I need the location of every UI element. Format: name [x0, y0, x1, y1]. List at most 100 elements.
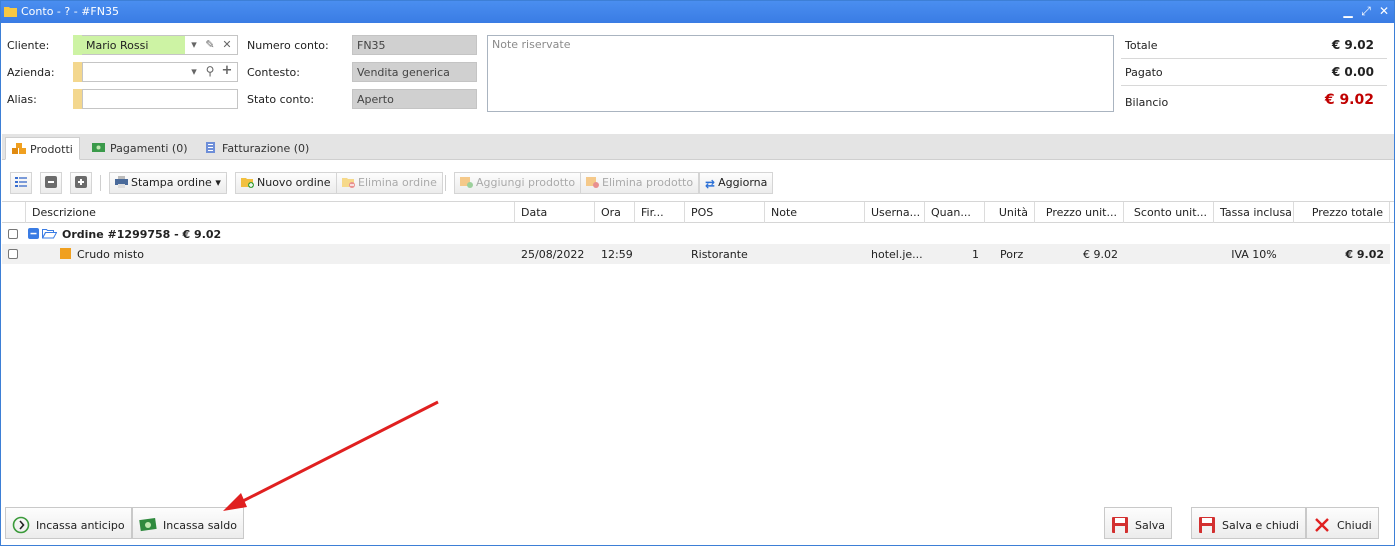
dropdown-arrow-icon: ▾: [215, 176, 221, 189]
minimize-icon[interactable]: ▁: [1342, 4, 1354, 18]
tab-strip: Prodotti Pagamenti (0) Fatturazione (0): [2, 134, 1394, 160]
elimina-ordine-button[interactable]: Elimina ordine: [336, 172, 443, 194]
salva-e-chiudi-label: Salva e chiudi: [1222, 519, 1299, 532]
nuovo-ordine-button[interactable]: Nuovo ordine: [235, 172, 337, 194]
toolbar-separator: [100, 175, 101, 191]
column-header-ora[interactable]: Ora: [595, 202, 635, 223]
column-header-quantita[interactable]: Quan...: [925, 202, 985, 223]
window-title: Conto - ? - #FN35: [21, 5, 119, 18]
table-row[interactable]: Crudo misto 25/08/2022 12:59 Ristorante …: [2, 244, 1390, 264]
column-header-data[interactable]: Data: [515, 202, 595, 223]
cliente-label: Cliente:: [7, 39, 50, 52]
numero-conto-label: Numero conto:: [247, 39, 329, 52]
expand-all-button[interactable]: [70, 172, 92, 194]
clear-x-icon[interactable]: ✕: [221, 38, 233, 51]
tab-label: Prodotti: [30, 143, 73, 156]
collapse-all-button[interactable]: [40, 172, 62, 194]
azienda-label: Azienda:: [7, 66, 55, 79]
column-header-sconto-unitario[interactable]: Sconto unit...: [1124, 202, 1214, 223]
elimina-ordine-label: Elimina ordine: [358, 176, 437, 189]
tab-fatturazione[interactable]: Fatturazione (0): [198, 137, 315, 160]
tab-pagamenti[interactable]: Pagamenti (0): [86, 137, 194, 160]
open-folder-icon: [42, 229, 57, 239]
elimina-prodotto-button[interactable]: Elimina prodotto: [580, 172, 700, 194]
add-plus-icon[interactable]: +: [221, 63, 233, 78]
save-icon: [1199, 517, 1215, 533]
contesto-label: Contesto:: [247, 66, 300, 79]
search-icon[interactable]: ⚲: [204, 64, 216, 78]
tab-label: Pagamenti (0): [110, 142, 188, 155]
dropdown-arrow-icon[interactable]: ▾: [188, 38, 200, 51]
column-header-descrizione[interactable]: Descrizione: [26, 202, 515, 223]
cell-prezzo-unitario: € 9.02: [1083, 248, 1118, 261]
salva-button[interactable]: Salva: [1104, 507, 1173, 539]
delete-product-icon: [586, 177, 599, 188]
column-header-username[interactable]: Userna...: [865, 202, 925, 223]
stato-conto-field: Aperto: [352, 89, 477, 109]
collapse-group-icon[interactable]: [28, 228, 39, 239]
contesto-field: Vendita generica: [352, 62, 477, 82]
aggiungi-prodotto-button[interactable]: Aggiungi prodotto: [454, 172, 582, 194]
aggiungi-prodotto-label: Aggiungi prodotto: [476, 176, 576, 189]
tab-prodotti[interactable]: Prodotti: [5, 137, 80, 160]
column-header-prezzo-totale[interactable]: Prezzo totale: [1294, 202, 1390, 223]
toolbar: Stampa ordine ▾ Nuovo ordine Elimina ord…: [2, 169, 1394, 197]
cell-tassa-inclusa: IVA 10%: [1231, 248, 1277, 261]
row-checkbox[interactable]: [8, 249, 18, 259]
bilancio-label: Bilancio: [1125, 96, 1169, 109]
money-icon: [92, 143, 105, 152]
pagato-label: Pagato: [1125, 66, 1163, 79]
clock-arrow-icon: [12, 516, 30, 534]
salva-e-chiudi-button[interactable]: Salva e chiudi: [1191, 507, 1306, 539]
add-product-icon: [460, 177, 473, 188]
column-header-tassa-inclusa[interactable]: Tassa inclusa: [1214, 202, 1294, 223]
cell-data: 25/08/2022: [521, 248, 585, 261]
close-x-icon: [1315, 518, 1329, 532]
row-checkbox[interactable]: [8, 229, 18, 239]
nuovo-ordine-label: Nuovo ordine: [257, 176, 331, 189]
cell-descrizione: Crudo misto: [77, 248, 144, 261]
cliente-field[interactable]: Mario Rossi: [82, 35, 186, 55]
list-icon: [15, 177, 27, 187]
order-group-row[interactable]: Ordine #1299758 - € 9.02: [2, 224, 1390, 244]
toolbar-separator: [445, 175, 446, 191]
incassa-anticipo-button[interactable]: Incassa anticipo: [5, 507, 132, 539]
cell-sconto-unitario: [1124, 244, 1214, 264]
expand-icon: [75, 176, 87, 188]
column-header-select: [2, 202, 26, 223]
column-header-unita[interactable]: Unità: [985, 202, 1035, 223]
toggle-details-button[interactable]: [10, 172, 32, 194]
numero-conto-field: FN35: [352, 35, 477, 55]
folder-icon: [4, 7, 17, 17]
column-header-firma[interactable]: Fir...: [635, 202, 685, 223]
new-folder-icon: [241, 178, 254, 188]
dropdown-arrow-icon[interactable]: ▾: [188, 65, 200, 78]
cell-unita: Porz: [1000, 248, 1024, 261]
totale-value: € 9.02: [1331, 38, 1374, 52]
alias-field[interactable]: [82, 89, 238, 109]
summary-divider: [1121, 58, 1387, 59]
refresh-icon: ⇄: [705, 177, 716, 191]
toolbar-separator: [226, 175, 227, 191]
edit-pencil-icon[interactable]: ✎: [204, 38, 216, 51]
close-icon[interactable]: ✕: [1378, 4, 1390, 18]
maximize-icon[interactable]: ⤢: [1360, 4, 1372, 18]
column-header-pos[interactable]: POS: [685, 202, 765, 223]
cell-prezzo-totale: € 9.02: [1345, 248, 1384, 261]
order-group-label: Ordine #1299758 - € 9.02: [62, 228, 222, 241]
title-bar[interactable]: Conto - ? - #FN35 ▁ ⤢ ✕: [1, 1, 1394, 23]
aggiorna-button[interactable]: ⇄ Aggiorna: [699, 172, 774, 194]
incassa-saldo-button[interactable]: Incassa saldo: [132, 507, 244, 539]
column-header-prezzo-unitario[interactable]: Prezzo unit...: [1035, 202, 1124, 223]
cell-quantita: 1: [972, 248, 979, 261]
column-header-note[interactable]: Note: [765, 202, 865, 223]
pagato-value: € 0.00: [1331, 65, 1374, 79]
incassa-anticipo-label: Incassa anticipo: [36, 519, 125, 532]
notes-textarea[interactable]: Note riservate: [487, 35, 1114, 112]
chiudi-button[interactable]: Chiudi: [1306, 507, 1379, 539]
stampa-ordine-button[interactable]: Stampa ordine ▾: [109, 172, 227, 194]
cell-username: hotel.je...: [871, 248, 923, 261]
product-icon: [60, 248, 71, 259]
printer-icon: [115, 176, 128, 188]
boxes-icon: [12, 143, 26, 154]
